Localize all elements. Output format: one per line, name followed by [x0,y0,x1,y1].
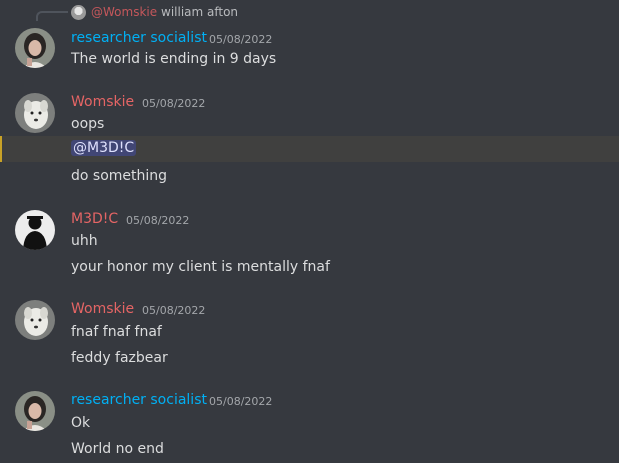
avatar[interactable] [15,300,55,340]
message-author[interactable]: researcher socialist [71,30,207,46]
reply-author[interactable]: @Womskie [91,5,157,19]
message-text: uhh [71,233,98,249]
message-text: feddy fazbear [71,350,168,366]
message-timestamp: 05/08/2022 [142,97,206,110]
avatar[interactable] [15,391,55,431]
message-author[interactable]: Womskie [71,94,134,110]
message-timestamp: 05/08/2022 [126,214,190,227]
message-text: fnaf fnaf fnaf [71,324,162,340]
message-text: The world is ending in 9 days [71,51,277,67]
message-text: Ok [71,415,91,431]
avatar[interactable] [15,93,55,133]
message-author[interactable]: researcher socialist [71,392,207,408]
message-author[interactable]: M3D!C [71,211,118,227]
user-mention[interactable]: @M3D!C [71,140,137,156]
message-text: do something [71,168,168,184]
message-text: your honor my client is mentally fnaf [71,259,330,275]
message-timestamp: 05/08/2022 [142,304,206,317]
chat-message-list: @Womskie william afton researcher social… [0,0,619,463]
reply-preview-text[interactable]: william afton [161,5,238,19]
message-author[interactable]: Womskie [71,301,134,317]
reply-avatar[interactable] [71,5,86,20]
message-text: oops [71,116,105,132]
reply-connector [36,11,68,21]
message-text: World no end [71,441,164,457]
message-timestamp: 05/08/2022 [209,33,273,46]
avatar[interactable] [15,28,55,68]
avatar[interactable] [15,210,55,250]
message-timestamp: 05/08/2022 [209,395,273,408]
